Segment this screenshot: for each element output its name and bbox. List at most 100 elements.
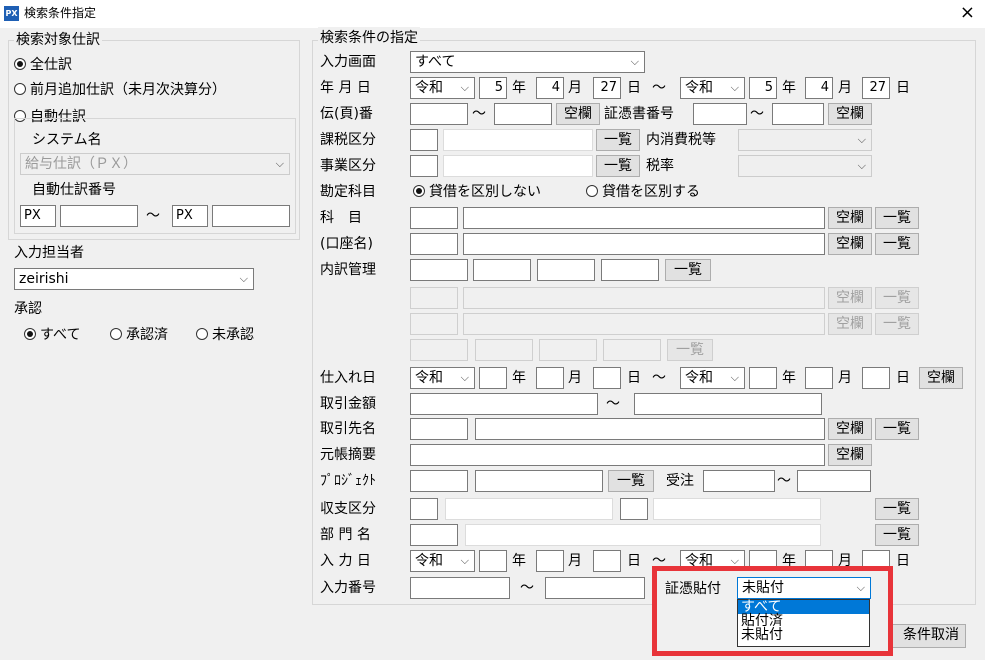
date-label: 年 月 日 <box>320 80 371 96</box>
dept-label: 部 門 名 <box>320 527 371 543</box>
order-to-input[interactable] <box>797 470 871 492</box>
biz-class-label: 事業区分 <box>320 158 376 174</box>
px-prefix-1[interactable]: PX <box>20 205 56 227</box>
auto-no-to-input[interactable] <box>212 205 290 227</box>
dept-list-button[interactable]: 一覧 <box>875 524 919 546</box>
auto-no-from-input[interactable] <box>60 205 138 227</box>
income-list-button[interactable]: 一覧 <box>875 498 919 520</box>
system-name-select: 給与仕訳（ＰＸ） ⌵ <box>20 153 290 175</box>
era-select-2[interactable]: 令和 ⌵ <box>680 77 745 99</box>
day-label: 日 <box>896 553 910 569</box>
partner-blank-button[interactable]: 空欄 <box>828 418 872 440</box>
detail-input-2[interactable] <box>473 259 531 281</box>
month-to-input[interactable]: 4 <box>805 77 833 99</box>
slip-to-input[interactable] <box>494 103 552 125</box>
input-no-from[interactable] <box>410 577 510 599</box>
amount-to-input[interactable] <box>634 393 822 415</box>
era-select-1[interactable]: 令和 ⌵ <box>410 77 475 99</box>
order-label: 受注 <box>666 473 694 489</box>
partner-code-input[interactable] <box>410 418 468 440</box>
radio-all-journal[interactable]: 全仕訳 <box>14 54 72 76</box>
radio-distinguish[interactable]: 貸借を区別する <box>586 181 700 203</box>
subject-name-input[interactable] <box>463 207 825 229</box>
chevron-down-icon: ⌵ <box>460 371 469 384</box>
biz-name-display <box>443 155 593 177</box>
purchase-month-from[interactable] <box>536 367 564 389</box>
disabled-name-1 <box>463 287 825 309</box>
tax-list-button[interactable]: 一覧 <box>596 129 640 151</box>
day-label: 日 <box>627 553 641 569</box>
purchase-month-to[interactable] <box>805 367 833 389</box>
slip-blank-button[interactable]: 空欄 <box>556 103 600 125</box>
purchase-era-select-1[interactable]: 令和 ⌵ <box>410 367 475 389</box>
income-name-display-1 <box>445 498 613 520</box>
biz-code-input[interactable] <box>410 155 438 177</box>
purchase-year-to[interactable] <box>749 367 777 389</box>
month-label: 月 <box>838 370 852 386</box>
operator-select[interactable]: zeirishi ⌵ <box>14 268 254 290</box>
bank-blank-button[interactable]: 空欄 <box>828 233 872 255</box>
input-no-to[interactable] <box>545 577 645 599</box>
px-prefix-2[interactable]: PX <box>172 205 208 227</box>
order-from-input[interactable] <box>703 470 775 492</box>
input-year-from[interactable] <box>479 550 507 572</box>
purchase-day-to[interactable] <box>862 367 890 389</box>
day-label: 日 <box>896 370 910 386</box>
input-month-from[interactable] <box>536 550 564 572</box>
slip-from-input[interactable] <box>410 103 468 125</box>
radio-prev-month[interactable]: 前月追加仕訳（未月次決算分） <box>14 79 226 101</box>
bank-code-input[interactable] <box>410 233 458 255</box>
partner-name-input[interactable] <box>475 418 825 440</box>
input-era-select-1[interactable]: 令和 ⌵ <box>410 550 475 572</box>
purchase-year-from[interactable] <box>479 367 507 389</box>
dept-code-input[interactable] <box>410 524 458 546</box>
income-code-input-1[interactable] <box>410 498 438 520</box>
partner-list-button[interactable]: 一覧 <box>875 418 919 440</box>
subject-blank-button[interactable]: 空欄 <box>828 207 872 229</box>
voucher-blank-button[interactable]: 空欄 <box>828 103 872 125</box>
voucher-from-input[interactable] <box>693 103 747 125</box>
project-name-input[interactable] <box>475 470 603 492</box>
memo-blank-button[interactable]: 空欄 <box>828 444 872 466</box>
detail-list-button[interactable]: 一覧 <box>665 259 711 281</box>
tax-code-input[interactable] <box>410 129 438 151</box>
bank-name-input[interactable] <box>463 233 825 255</box>
input-day-from[interactable] <box>593 550 621 572</box>
month-from-input[interactable]: 4 <box>536 77 564 99</box>
year-from-input[interactable]: 5 <box>479 77 507 99</box>
close-icon[interactable]: × <box>960 2 975 24</box>
memo-input[interactable] <box>410 444 825 466</box>
radio-approval-not[interactable]: 未承認 <box>196 324 254 346</box>
radio-approval-done[interactable]: 承認済 <box>110 324 168 346</box>
radio-approval-all[interactable]: すべて <box>24 324 80 346</box>
bank-list-button[interactable]: 一覧 <box>875 233 919 255</box>
screen-label: 入力画面 <box>320 54 376 70</box>
screen-select[interactable]: すべて ⌵ <box>410 51 645 73</box>
era-value: 令和 <box>685 370 713 386</box>
tilde-label: ～ <box>472 106 486 122</box>
approval-done-label: 承認済 <box>126 327 168 343</box>
subject-code-input[interactable] <box>410 207 458 229</box>
day-from-input[interactable]: 27 <box>593 77 621 99</box>
year-to-input[interactable]: 5 <box>749 77 777 99</box>
detail-input-1[interactable] <box>410 259 468 281</box>
detail-input-4[interactable] <box>601 259 659 281</box>
amount-from-input[interactable] <box>410 393 598 415</box>
biz-list-button[interactable]: 一覧 <box>596 155 640 177</box>
purchase-era-select-2[interactable]: 令和 ⌵ <box>680 367 745 389</box>
no-distinguish-label: 貸借を区別しない <box>429 184 541 200</box>
income-code-input-2[interactable] <box>620 498 648 520</box>
month-label: 月 <box>568 370 582 386</box>
day-to-input[interactable]: 27 <box>862 77 890 99</box>
subject-list-button[interactable]: 一覧 <box>875 207 919 229</box>
project-list-button[interactable]: 一覧 <box>608 470 654 492</box>
purchase-date-label: 仕入れ日 <box>320 370 376 386</box>
detail-input-3[interactable] <box>537 259 595 281</box>
radio-no-distinguish[interactable]: 貸借を区別しない <box>413 181 541 203</box>
tilde-label: ～ <box>606 396 620 412</box>
project-code-input[interactable] <box>410 470 468 492</box>
income-name-display-2 <box>653 498 821 520</box>
purchase-blank-button[interactable]: 空欄 <box>919 367 963 389</box>
purchase-day-from[interactable] <box>593 367 621 389</box>
voucher-to-input[interactable] <box>772 103 824 125</box>
